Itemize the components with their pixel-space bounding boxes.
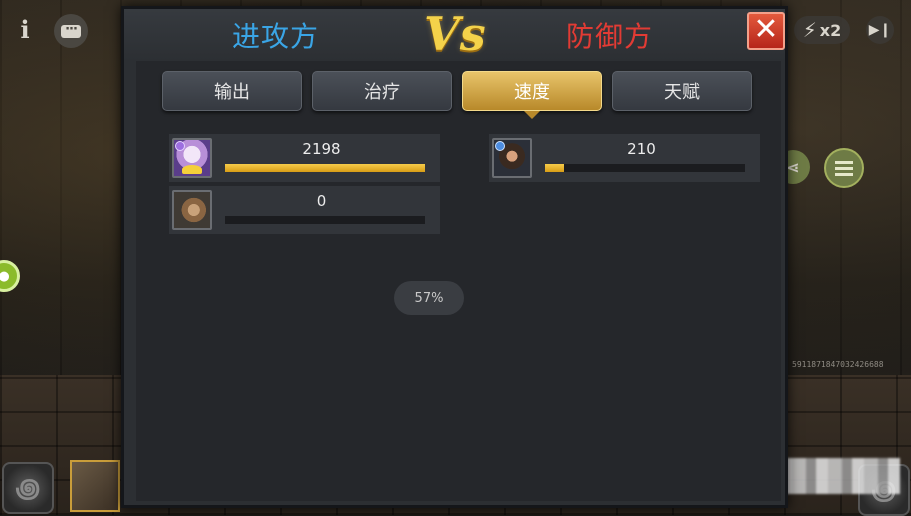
attacker-stat-row: 0: [169, 186, 440, 234]
tab-damage[interactable]: 输出: [162, 71, 302, 111]
tab-talent[interactable]: 天赋: [612, 71, 752, 111]
defender-title: 防御方: [566, 20, 654, 53]
battle-stats-dialog: 进攻方 Vs 防御方 ✕ 输出 治疗 速度 天赋 2198 0 210 57%: [121, 6, 788, 508]
vortex-skill-icon[interactable]: ꩜: [2, 462, 54, 514]
info-icon[interactable]: i: [14, 14, 36, 44]
attacker-stat-row: 2198: [169, 134, 440, 182]
stat-bar-fill: [225, 164, 425, 172]
list-menu-icon[interactable]: [824, 148, 864, 188]
mage-hero-portrait[interactable]: [172, 138, 212, 178]
speed-label: x2: [819, 20, 842, 40]
hero-card-icon[interactable]: [70, 460, 120, 512]
warrior-hero-portrait[interactable]: [492, 138, 532, 178]
close-button[interactable]: ✕: [747, 12, 785, 50]
attacker-title: 进攻方: [232, 20, 320, 53]
stat-value: 210: [627, 140, 656, 158]
chat-icon[interactable]: [54, 14, 88, 48]
dialog-header: 进攻方 Vs 防御方 ✕: [124, 7, 785, 61]
defender-stat-row: 210: [489, 134, 760, 182]
loading-percent: 57%: [394, 281, 464, 315]
skip-icon[interactable]: ▶❙: [866, 16, 894, 44]
stat-tabs: 输出 治疗 速度 天赋: [162, 71, 752, 119]
rank-badge-icon: [175, 141, 185, 151]
rank-badge-icon: [495, 141, 505, 151]
stat-value: 0: [316, 192, 327, 210]
lightning-icon: ⚡: [802, 18, 817, 42]
tab-speed[interactable]: 速度: [462, 71, 602, 119]
stat-bar: [545, 164, 745, 172]
beast-hero-portrait[interactable]: [172, 190, 212, 230]
stat-bar: [225, 164, 425, 172]
tab-healing[interactable]: 治疗: [312, 71, 452, 111]
vs-label: Vs: [424, 7, 486, 61]
stat-bar-fill: [545, 164, 565, 172]
user-id-text: 5911871847032426688: [792, 360, 884, 369]
stat-value: 2198: [302, 140, 341, 158]
speed-toggle-button[interactable]: ⚡ x2: [794, 16, 850, 44]
stats-panel: 输出 治疗 速度 天赋 2198 0 210 57%: [136, 61, 781, 501]
stat-bar: [225, 216, 425, 224]
